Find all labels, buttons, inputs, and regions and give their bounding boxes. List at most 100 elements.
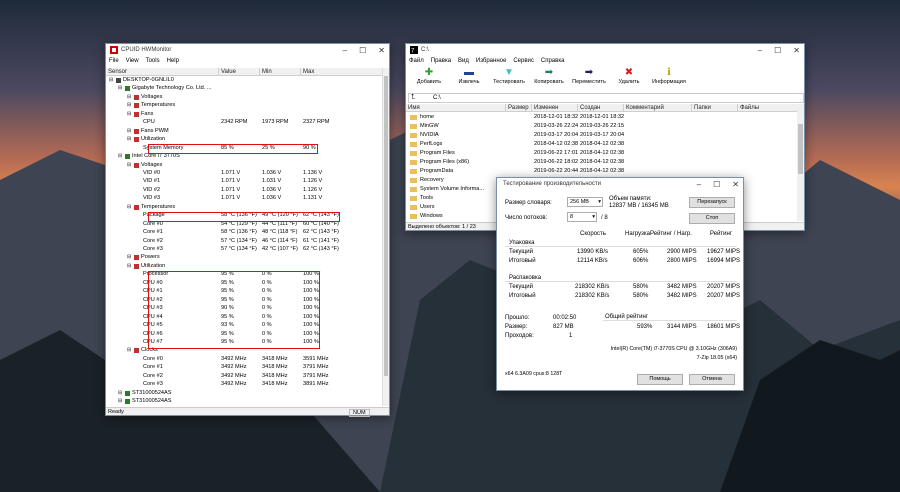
file-row[interactable]: PerfLogs 2018-04-12 02:38 2018-04-12 02:38 [406,140,799,149]
fm-col-header[interactable]: Изменен [532,104,578,112]
collapse-icon[interactable]: ⊟ [127,346,131,355]
col-sensor[interactable]: Sensor [106,68,219,76]
fm-col-header[interactable]: Папки [692,104,738,112]
menu-tools[interactable]: Tools [146,58,160,64]
sensor-row[interactable]: CPU 2342 RPM 1973 RPM 2327 RPM [106,118,383,127]
sensor-row[interactable]: ⊟ Powers [106,253,383,262]
sensor-row[interactable]: Core #2 3492 MHz 3418 MHz 3791 MHz [106,372,383,381]
minimize-icon[interactable]: – [343,46,347,55]
collapse-icon[interactable]: ⊟ [118,152,122,161]
passes-label: Проходов: [505,333,534,339]
file-row[interactable]: Program Files 2019-06-22 17:01 2018-04-12 … [406,149,799,158]
menu-help[interactable]: Help [167,58,179,64]
fm-col-header[interactable]: Размер [506,104,532,112]
menu-file[interactable]: File [109,58,119,64]
fm-menu-item[interactable]: Вид [458,58,469,64]
fm-col-header[interactable]: Файлы [738,104,799,112]
sensor-name: Powers [141,254,160,261]
file-row[interactable]: NVIDIA 2019-03-17 20:04 2019-03-17 20:04 [406,131,799,140]
col-max[interactable]: Max [301,68,383,76]
collapse-icon[interactable]: ⊟ [118,397,122,406]
dict-size-select[interactable]: 256 MB ▾ [567,197,603,207]
minimize-icon[interactable]: – [758,46,762,55]
tool-button[interactable]: ➡ Переместить [570,67,608,85]
up-folder-icon[interactable]: ⮤ [411,94,415,102]
cancel-button[interactable]: Отмена [689,374,735,385]
file-row[interactable]: home 2018-12-01 18:32 2018-12-01 18:32 [406,113,799,122]
path-input[interactable]: C:\ [433,94,441,102]
sensor-row[interactable]: Core #0 3492 MHz 3418 MHz 3591 MHz [106,355,383,364]
collapse-icon[interactable]: ⊟ [127,203,131,212]
fm-menu-item[interactable]: Файл [409,58,424,64]
collapse-icon[interactable]: ⊟ [127,127,131,136]
maximize-icon[interactable]: ☐ [359,46,366,55]
sensor-row[interactable]: ⊟ Fans PWM [106,127,383,136]
collapse-icon[interactable]: ⊟ [109,76,113,85]
sensor-row[interactable]: ⊟ Utilization [106,135,383,144]
hwm-scrollbar[interactable] [382,68,389,406]
tool-button[interactable]: ✚ Добавить [410,67,448,85]
fm-col-header[interactable]: Имя [406,104,506,112]
collapse-icon[interactable]: ⊟ [127,262,131,271]
sensor-row[interactable]: Core #1 58 °C (136 °F) 48 °C (118 °F) 62 °C… [106,228,383,237]
sensor-row[interactable]: ⊟ Temperatures [106,101,383,110]
maximize-icon[interactable]: ☐ [774,46,781,55]
col-value[interactable]: Value [219,68,260,76]
tool-button[interactable]: ▬ Извлечь [450,67,488,85]
fm-menu-item[interactable]: Сервис [513,58,534,64]
sensor-row[interactable]: ⊟ Fans [106,110,383,119]
sensor-row[interactable]: ⊟ Temperatures [106,203,383,212]
file-row[interactable]: MinGW 2019-03-26 22:24 2019-03-26 22:15 [406,122,799,131]
collapse-icon[interactable]: ⊟ [127,253,131,262]
fm-menu-item[interactable]: Правка [431,58,451,64]
close-icon[interactable]: ✕ [793,46,800,55]
tool-button[interactable]: ▼ Тестировать [490,67,528,85]
maximize-icon[interactable]: ☐ [713,180,720,189]
sensor-row[interactable]: ⊟ ST31000524AS [106,389,383,398]
fm-titlebar[interactable]: 7 C:\ – ☐ ✕ [406,44,804,56]
close-icon[interactable]: ✕ [378,46,385,55]
sensor-row[interactable]: Core #3 3492 MHz 3418 MHz 3891 MHz [106,380,383,389]
minimize-icon[interactable]: – [697,180,701,189]
hwmonitor-titlebar[interactable]: CPUID HWMonitor – ☐ ✕ [106,44,389,56]
menu-view[interactable]: View [126,58,139,64]
sensor-row[interactable]: ⊟ DESKTOP-0GNLIL0 [106,76,383,85]
fm-col-header[interactable]: Комментарий [624,104,692,112]
fm-scrollbar[interactable] [797,104,804,221]
collapse-icon[interactable]: ⊟ [127,161,131,170]
sensor-row[interactable]: VID #1 1.071 V 1.031 V 1.126 V [106,177,383,186]
help-button[interactable]: Помощь [637,374,683,385]
collapse-icon[interactable]: ⊟ [127,93,131,102]
sensor-row[interactable]: Core #3 57 °C (134 °F) 42 °C (107 °F) 62 °C… [106,245,383,254]
sensor-row[interactable]: VID #3 1.071 V 1.036 V 1.131 V [106,194,383,203]
bench-titlebar[interactable]: Тестирование производительности – ☐ ✕ [497,178,743,190]
col-min[interactable]: Min [260,68,301,76]
tool-button[interactable]: ✖ Удалить [610,67,648,85]
sensor-row[interactable]: ⊟ Gigabyte Technology Co. Ltd. ... [106,84,383,93]
fm-menu-item[interactable]: Избранное [476,58,506,64]
fm-menu-item[interactable]: Справка [541,58,565,64]
sensor-row[interactable]: VID #2 1.071 V 1.036 V 1.126 V [106,186,383,195]
sensor-row[interactable]: Core #1 3492 MHz 3418 MHz 3791 MHz [106,363,383,372]
sensor-row[interactable]: ⊟ ST31000524AS [106,397,383,406]
file-row[interactable]: Program Files (x86) 2019-06-22 18:02 2018-… [406,158,799,167]
threads-select[interactable]: 8 ▾ [567,212,597,222]
sensor-row[interactable]: ⊟ Voltages [106,161,383,170]
file-row[interactable]: ProgramData 2019-06-22 20:44 2018-04-12 02… [406,167,799,176]
collapse-icon[interactable]: ⊟ [127,110,131,119]
stop-button[interactable]: Стоп [689,213,735,224]
collapse-icon[interactable]: ⊟ [118,389,122,398]
close-icon[interactable]: ✕ [732,180,739,189]
collapse-icon[interactable]: ⊟ [118,84,122,93]
tool-button[interactable]: ℹ Информация [650,67,688,85]
collapse-icon[interactable]: ⊟ [127,135,131,144]
restart-button[interactable]: Перезапуск [689,197,735,208]
tool-button[interactable]: ➡ Копировать [530,67,568,85]
sensor-row[interactable]: ⊟ Utilization [106,262,383,271]
collapse-icon[interactable]: ⊟ [127,101,131,110]
sensor-row[interactable]: ⊟ Voltages [106,93,383,102]
sensor-row[interactable]: VID #0 1.071 V 1.036 V 1.136 V [106,169,383,178]
sensor-row[interactable]: Core #2 57 °C (134 °F) 46 °C (114 °F) 61 °C… [106,237,383,246]
fm-col-header[interactable]: Создан [578,104,624,112]
sensor-group-icon [134,255,139,261]
